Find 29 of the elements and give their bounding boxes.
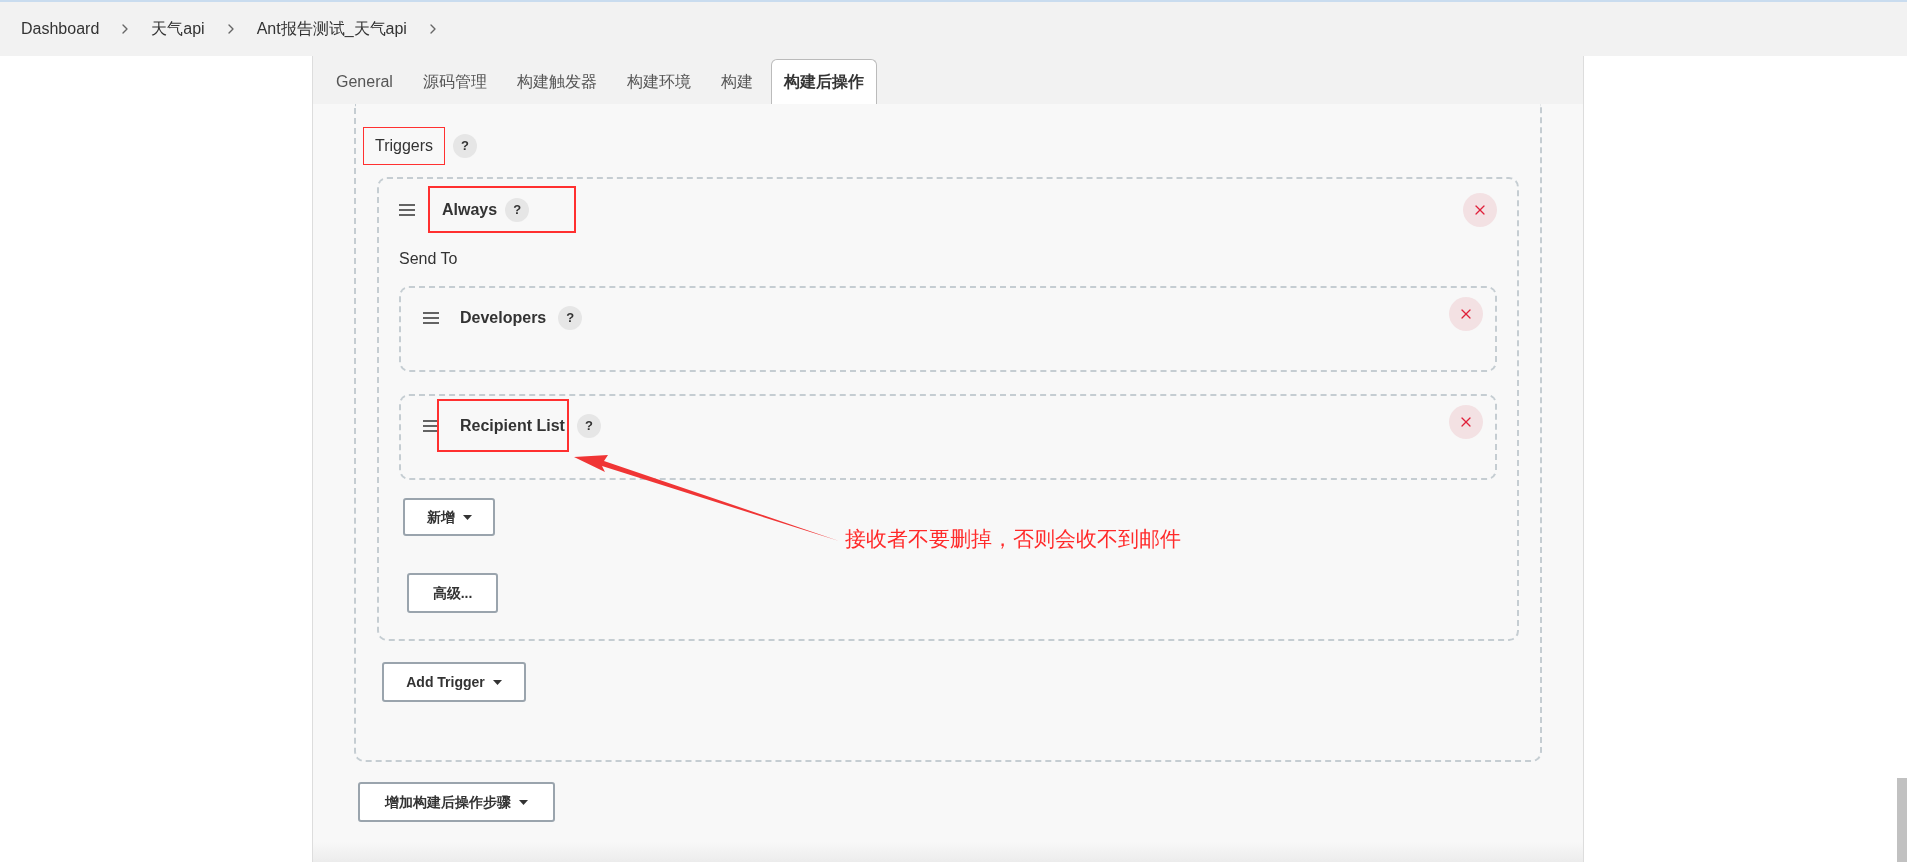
tab[interactable]: 构建环境 — [614, 59, 703, 104]
dropdown-button[interactable]: 增加构建后操作步骤 — [358, 782, 555, 822]
annotation-text: 接收者不要删掉，否则会收不到邮件 — [845, 526, 1181, 552]
help-button[interactable]: ? — [505, 197, 530, 222]
tab[interactable]: 构建后操作 — [770, 59, 877, 104]
tab[interactable]: General — [324, 59, 405, 104]
breadcrumb-link[interactable]: Ant报告测试_天气api — [256, 17, 407, 41]
breadcrumb-link[interactable]: Dashboard — [21, 17, 100, 41]
dropdown-button[interactable]: 高级... — [407, 573, 498, 613]
dropdown-button[interactable]: Add Trigger — [382, 662, 526, 702]
triggers-label: Triggers — [363, 127, 446, 165]
help-button[interactable]: ? — [453, 134, 478, 158]
tab[interactable]: 源码管理 — [410, 59, 499, 104]
recipient-name: Recipient List — [437, 399, 569, 452]
caret-icon — [462, 514, 472, 520]
help-button[interactable]: ? — [558, 305, 583, 330]
recipient-name: Developers — [459, 307, 548, 328]
drag-handle-icon[interactable] — [399, 203, 415, 216]
dropdown-button[interactable]: 新增 — [403, 498, 495, 536]
caret-icon — [492, 679, 502, 685]
tab[interactable]: 构建 — [708, 59, 765, 104]
drag-handle-icon[interactable] — [423, 311, 439, 324]
send-to-label: Send To — [399, 249, 459, 269]
drag-handle-icon[interactable] — [423, 419, 439, 432]
trigger-name: Always — [442, 199, 498, 220]
help-button[interactable]: ? — [576, 413, 601, 438]
breadcrumb-link[interactable]: 天气api — [151, 17, 205, 41]
caret-icon — [519, 799, 528, 805]
tab[interactable]: 构建触发器 — [504, 59, 609, 104]
